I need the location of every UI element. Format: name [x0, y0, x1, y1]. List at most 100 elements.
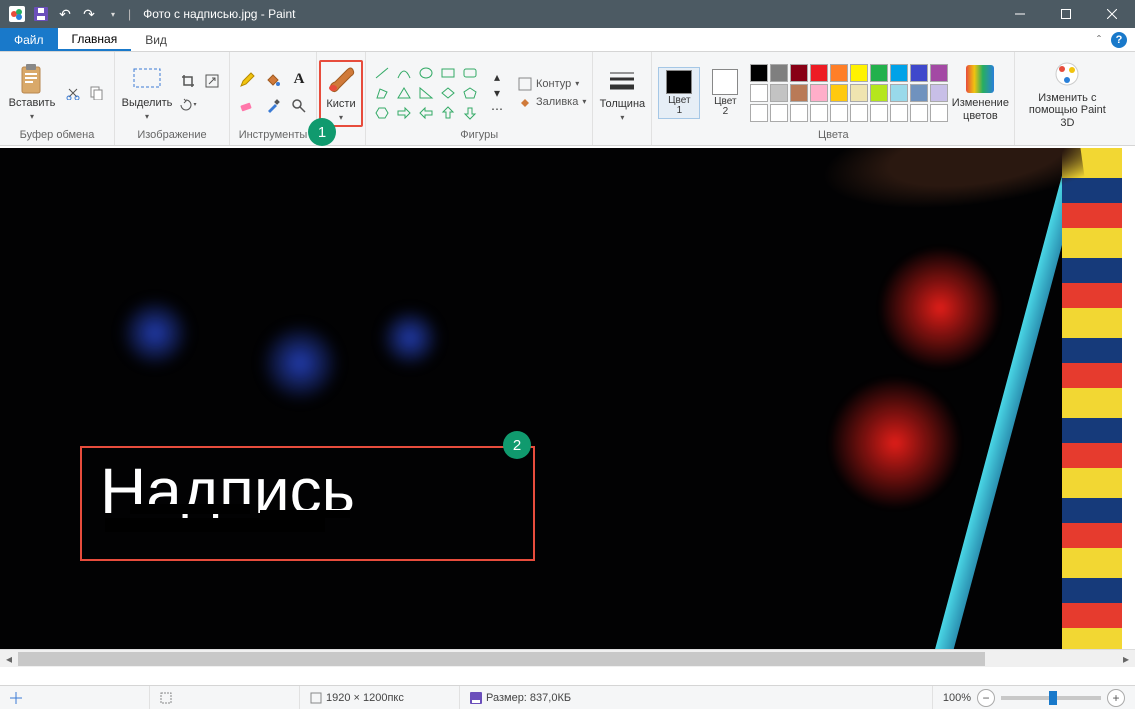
outline-label: Контур [536, 78, 571, 90]
fill-dropdown[interactable]: Заливка ▾ [518, 95, 586, 109]
paint3d-label: Изменить с помощью Paint 3D [1023, 92, 1111, 128]
palette-color[interactable] [810, 64, 828, 82]
palette-color[interactable] [770, 64, 788, 82]
palette-color[interactable] [910, 64, 928, 82]
palette-color[interactable] [910, 84, 928, 102]
shape-pentagon[interactable] [460, 84, 480, 102]
redo-icon[interactable]: ↷ [78, 3, 100, 25]
brushes-label: Кисти [326, 98, 355, 110]
palette-color[interactable] [890, 104, 908, 122]
outline-dropdown[interactable]: Контур ▾ [518, 77, 586, 91]
scroll-left-icon[interactable]: ◂ [0, 650, 18, 668]
scrollbar-thumb[interactable] [18, 652, 985, 666]
zoom-out-button[interactable]: − [977, 689, 995, 707]
collapse-ribbon-icon[interactable]: ˆ [1097, 33, 1101, 47]
shapes-scroll-down[interactable]: ▾ [486, 85, 508, 101]
fill-icon[interactable] [262, 69, 284, 91]
shape-hexagon[interactable] [372, 104, 392, 122]
eraser-icon[interactable] [236, 95, 258, 117]
size-button[interactable]: Толщина▾ [599, 62, 645, 124]
magnifier-icon[interactable] [288, 95, 310, 117]
palette-color[interactable] [790, 104, 808, 122]
shapes-gallery[interactable] [372, 64, 480, 122]
select-button[interactable]: Выделить▾ [121, 61, 173, 123]
canvas[interactable]: Надпись [0, 148, 1135, 649]
palette-color[interactable] [750, 64, 768, 82]
dimensions-icon [310, 692, 322, 704]
cut-icon[interactable] [62, 82, 84, 104]
shape-arrow-right[interactable] [394, 104, 414, 122]
shapes-scroll-up[interactable]: ▴ [486, 69, 508, 85]
fill-label: Заливка [536, 96, 578, 108]
palette-color[interactable] [830, 104, 848, 122]
palette-color[interactable] [870, 64, 888, 82]
shape-oval[interactable] [416, 64, 436, 82]
palette-color[interactable] [870, 104, 888, 122]
shape-arrow-left[interactable] [416, 104, 436, 122]
pencil-icon[interactable] [236, 69, 258, 91]
shape-rect[interactable] [438, 64, 458, 82]
shape-polygon[interactable] [372, 84, 392, 102]
crop-icon[interactable] [177, 70, 199, 92]
palette-color[interactable] [850, 84, 868, 102]
rotate-icon[interactable]: ▾ [177, 94, 199, 116]
app-icon[interactable] [6, 3, 28, 25]
close-button[interactable] [1089, 0, 1135, 28]
tab-file[interactable]: Файл [0, 28, 58, 51]
palette-color[interactable] [790, 84, 808, 102]
palette-color[interactable] [830, 84, 848, 102]
palette-color[interactable] [830, 64, 848, 82]
tab-view[interactable]: Вид [131, 28, 181, 51]
eyedropper-icon[interactable] [262, 95, 284, 117]
palette-color[interactable] [750, 104, 768, 122]
palette-color[interactable] [890, 64, 908, 82]
palette-color[interactable] [850, 104, 868, 122]
color-palette [750, 64, 948, 122]
shapes-more[interactable]: ⋯ [486, 101, 508, 117]
minimize-button[interactable] [997, 0, 1043, 28]
image-dimensions: 1920 × 1200пкс [300, 686, 460, 709]
palette-color[interactable] [910, 104, 928, 122]
palette-color[interactable] [930, 104, 948, 122]
shape-curve[interactable] [394, 64, 414, 82]
color2-button[interactable]: Цвет 2 [704, 67, 746, 119]
resize-icon[interactable] [201, 70, 223, 92]
horizontal-scrollbar[interactable]: ◂ ▸ [0, 649, 1135, 667]
palette-color[interactable] [770, 84, 788, 102]
shape-arrow-up[interactable] [438, 104, 458, 122]
palette-color[interactable] [890, 84, 908, 102]
shape-triangle[interactable] [394, 84, 414, 102]
text-icon[interactable]: A [288, 69, 310, 91]
paste-button[interactable]: Вставить▾ [6, 61, 58, 123]
palette-color[interactable] [850, 64, 868, 82]
brushes-button[interactable]: Кисти▾ [319, 60, 363, 126]
palette-color[interactable] [810, 84, 828, 102]
color1-button[interactable]: Цвет 1 [658, 67, 700, 119]
shape-right-triangle[interactable] [416, 84, 436, 102]
group-colors: Цвет 1 Цвет 2 Изменение цветов Цвета [652, 52, 1015, 145]
zoom-slider[interactable] [1001, 696, 1101, 700]
copy-icon[interactable] [86, 82, 108, 104]
help-icon[interactable]: ? [1111, 32, 1127, 48]
save-icon[interactable] [30, 3, 52, 25]
palette-color[interactable] [770, 104, 788, 122]
palette-color[interactable] [930, 84, 948, 102]
paint3d-button[interactable]: Изменить с помощью Paint 3D [1021, 56, 1113, 130]
palette-color[interactable] [810, 104, 828, 122]
scroll-right-icon[interactable]: ▸ [1117, 650, 1135, 668]
edit-colors-button[interactable]: Изменение цветов [952, 61, 1008, 123]
qat-dropdown-icon[interactable]: ▾ [102, 3, 124, 25]
tab-home[interactable]: Главная [58, 28, 132, 51]
palette-color[interactable] [930, 64, 948, 82]
zoom-slider-thumb[interactable] [1049, 691, 1057, 705]
shape-diamond[interactable] [438, 84, 458, 102]
undo-icon[interactable]: ↶ [54, 3, 76, 25]
shape-arrow-down[interactable] [460, 104, 480, 122]
shape-line[interactable] [372, 64, 392, 82]
shape-roundrect[interactable] [460, 64, 480, 82]
zoom-in-button[interactable]: + [1107, 689, 1125, 707]
palette-color[interactable] [790, 64, 808, 82]
maximize-button[interactable] [1043, 0, 1089, 28]
palette-color[interactable] [750, 84, 768, 102]
palette-color[interactable] [870, 84, 888, 102]
